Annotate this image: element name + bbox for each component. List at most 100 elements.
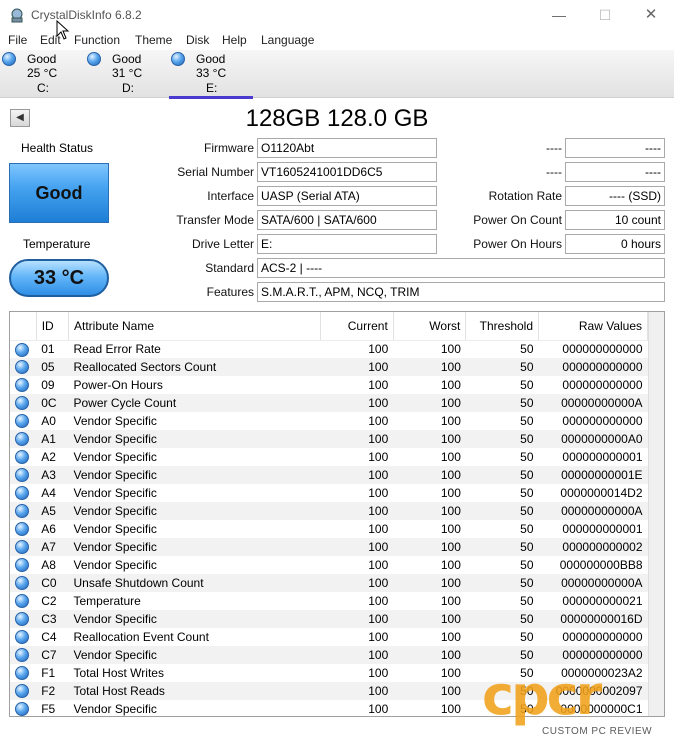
table-row[interactable]: 0C Power Cycle Count 100 100 50 00000000000A: [10, 394, 648, 412]
table-row[interactable]: C2 Temperature 100 100 50 000000000021: [10, 592, 648, 610]
temperature-button[interactable]: 33 °C: [9, 259, 109, 297]
status-dot-icon: [15, 522, 29, 537]
disk-tab-e[interactable]: Good 33 °C E:: [169, 50, 253, 99]
header-current[interactable]: Current: [320, 312, 394, 341]
status-cell: [10, 466, 37, 484]
menu-disk[interactable]: Disk: [186, 33, 209, 47]
cell-threshold: 50: [520, 342, 534, 357]
table-row[interactable]: A8 Vendor Specific 100 100 50 000000000BB8: [10, 556, 648, 574]
header-status[interactable]: [10, 312, 37, 341]
cell-current: 100: [368, 414, 389, 428]
table-row[interactable]: A0 Vendor Specific 100 100 50 000000000000: [10, 412, 648, 430]
power-on-hours-label: Power On Hours: [473, 237, 562, 251]
header-id[interactable]: ID: [36, 312, 69, 341]
disk-tab-d[interactable]: Good 31 °C D:: [85, 50, 169, 98]
disk-letter: D:: [122, 81, 134, 95]
features-field: S.M.A.R.T., APM, NCQ, TRIM: [257, 282, 665, 302]
cell-worst: 100: [393, 646, 466, 664]
close-button[interactable]: ✕: [628, 0, 674, 30]
table-row[interactable]: A3 Vendor Specific 100 100 50 00000000001E: [10, 466, 648, 484]
status-dot-icon: [15, 702, 29, 716]
cell-raw-value: 000000000BB8: [559, 558, 643, 572]
blank-label-1: ----: [546, 141, 562, 155]
table-row[interactable]: C3 Vendor Specific 100 100 50 00000000016D: [10, 610, 648, 628]
status-orb-icon: [2, 52, 16, 66]
disk-tab-c[interactable]: Good 25 °C C:: [0, 50, 84, 98]
table-row[interactable]: A2 Vendor Specific 100 100 50 000000000001: [10, 448, 648, 466]
table-body: 01 Read Error Rate 100 100 50 000000000000 05 R…: [10, 340, 648, 716]
cell-attribute-name: Vendor Specific: [73, 558, 157, 572]
status-orb-icon: [171, 52, 185, 66]
disk-temp: 25 °C: [27, 66, 58, 80]
table-row[interactable]: C0 Unsafe Shutdown Count 100 100 50 000000000…: [10, 574, 648, 592]
menu-function[interactable]: Function: [74, 33, 120, 47]
table-row[interactable]: C4 Reallocation Event Count 100 100 50 000000…: [10, 628, 648, 646]
cell-worst: 100: [440, 702, 461, 716]
health-status-button[interactable]: Good: [9, 163, 109, 223]
minimize-button[interactable]: —: [536, 0, 582, 30]
table-row[interactable]: A6 Vendor Specific 100 100 50 000000000001: [10, 520, 648, 538]
cpcr-watermark-logo: cpcr CUSTOM PC REVIEW: [482, 664, 662, 750]
table-row[interactable]: C7 Vendor Specific 100 100 50 000000000000: [10, 646, 648, 664]
cell-current: 100: [368, 558, 389, 572]
header-worst[interactable]: Worst: [393, 312, 467, 341]
power-on-count-field: 10 count: [565, 210, 665, 230]
cell-current: 100: [368, 522, 389, 536]
cell-attribute-name: Vendor Specific: [68, 502, 321, 520]
maximize-button[interactable]: ☐: [582, 0, 628, 30]
status-cell: [10, 376, 36, 394]
vertical-scrollbar[interactable]: [648, 312, 664, 716]
table-row[interactable]: 01 Read Error Rate 100 100 50 000000000000: [10, 340, 648, 358]
cell-raw-value: 000000000000: [562, 342, 643, 357]
status-dot-icon: [15, 558, 29, 573]
menu-file[interactable]: File: [8, 33, 27, 47]
cell-current: 100: [320, 394, 394, 412]
cell-raw-value: 00000000000A: [538, 502, 648, 520]
status-dot-icon: [15, 360, 29, 375]
cell-attribute-name: Vendor Specific: [68, 466, 321, 484]
menu-language[interactable]: Language: [261, 33, 314, 47]
cell-current: 100: [320, 682, 394, 700]
header-raw-values[interactable]: Raw Values: [538, 312, 648, 341]
table-row[interactable]: 09 Power-On Hours 100 100 50 000000000000: [10, 376, 648, 394]
table-row[interactable]: A7 Vendor Specific 100 100 50 000000000002: [10, 538, 648, 556]
table-row[interactable]: A4 Vendor Specific 100 100 50 0000000014D2: [10, 484, 648, 502]
menu-bar: File Edit Function Theme Disk Help Langu…: [0, 30, 674, 50]
table-row[interactable]: A5 Vendor Specific 100 100 50 00000000000A: [10, 502, 648, 520]
cell-raw-value: 000000000001: [562, 450, 643, 464]
menu-help[interactable]: Help: [222, 33, 247, 47]
cell-id: A8: [41, 558, 56, 572]
status-dot-icon: [15, 450, 29, 465]
menu-theme[interactable]: Theme: [135, 33, 172, 47]
cell-worst: 100: [440, 666, 461, 680]
table-row[interactable]: 05 Reallocated Sectors Count 100 100 50 00000…: [10, 358, 648, 376]
disk-letter: E:: [206, 81, 218, 95]
status-dot-icon: [15, 630, 29, 645]
cell-threshold: 50: [520, 450, 534, 464]
status-cell: [10, 628, 36, 646]
cell-current: 100: [320, 646, 394, 664]
header-threshold[interactable]: Threshold: [465, 312, 540, 341]
cell-id: A7: [36, 538, 69, 556]
cell-current: 100: [368, 594, 389, 608]
cell-raw-value: 000000000002: [538, 538, 648, 556]
cell-threshold: 50: [465, 394, 539, 412]
cell-threshold: 50: [465, 574, 539, 592]
cell-id: C7: [36, 646, 69, 664]
cell-id: 01: [41, 342, 55, 357]
title-bar: CrystalDiskInfo 6.8.2 — ☐ ✕: [0, 0, 674, 30]
cell-raw-value: 000000000000: [562, 414, 643, 428]
status-cell: [10, 448, 36, 466]
cell-id: A4: [41, 486, 56, 500]
app-icon: [11, 8, 23, 23]
status-dot-icon: [15, 666, 29, 681]
header-attribute-name[interactable]: Attribute Name: [68, 312, 322, 341]
cell-worst: 100: [440, 630, 461, 644]
disk-temp: 31 °C: [112, 66, 143, 80]
cell-raw-value: 000000000000: [538, 646, 648, 664]
cell-threshold: 50: [465, 538, 539, 556]
cell-raw-value: 00000000016D: [538, 610, 648, 628]
status-cell: [10, 538, 37, 556]
table-row[interactable]: A1 Vendor Specific 100 100 50 0000000000A0: [10, 430, 648, 448]
cell-worst: 100: [440, 414, 461, 428]
